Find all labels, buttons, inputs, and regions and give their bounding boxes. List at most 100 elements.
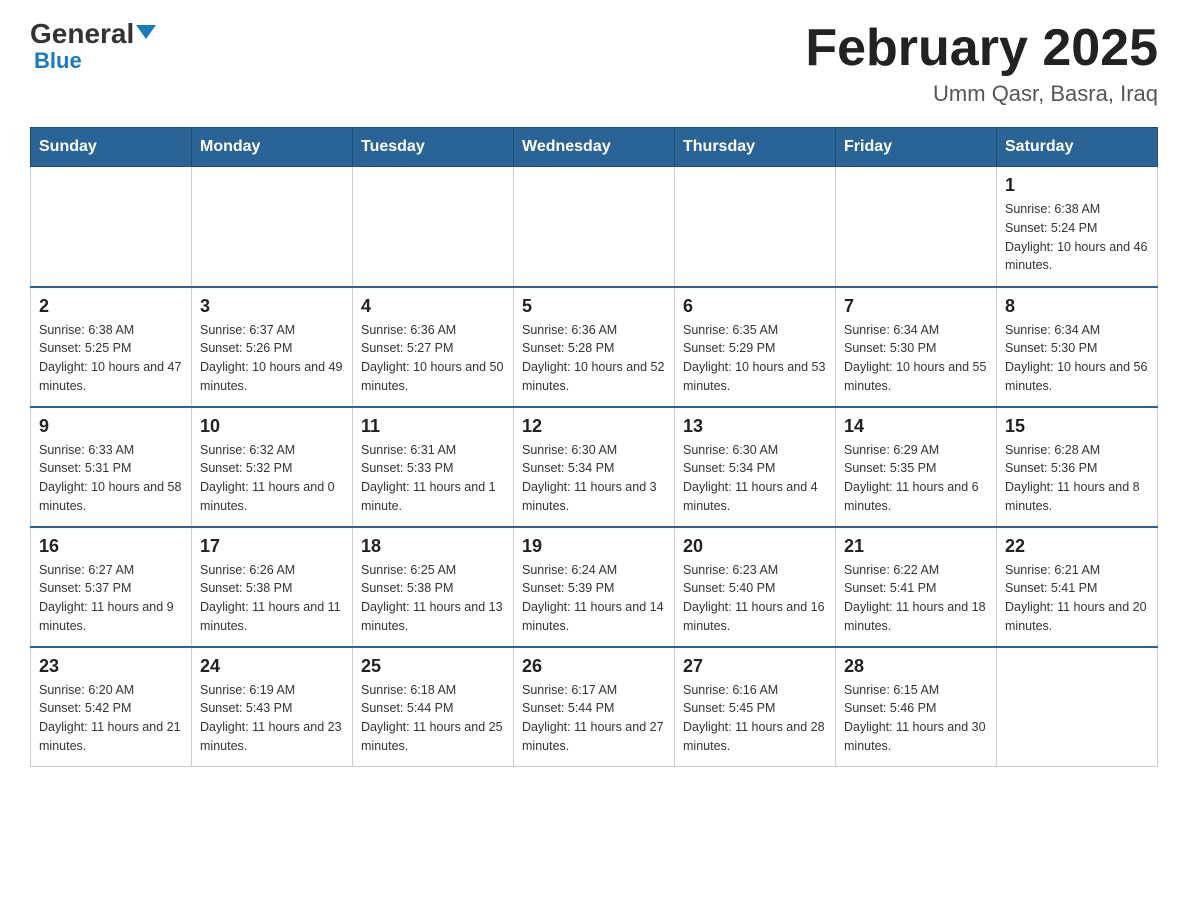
day-number: 11 [361,416,505,437]
col-sunday: Sunday [31,128,192,167]
table-row [836,167,997,287]
table-row: 2 Sunrise: 6:38 AMSunset: 5:25 PMDaylight… [31,287,192,407]
logo-blue-text: Blue [34,48,82,74]
table-row: 16 Sunrise: 6:27 AMSunset: 5:37 PMDayligh… [31,527,192,647]
day-info: Sunrise: 6:35 AMSunset: 5:29 PMDaylight:… [683,321,827,396]
day-info: Sunrise: 6:36 AMSunset: 5:27 PMDaylight:… [361,321,505,396]
day-number: 23 [39,656,183,677]
calendar-week-row: 23 Sunrise: 6:20 AMSunset: 5:42 PMDayligh… [31,647,1158,767]
day-number: 8 [1005,296,1149,317]
day-number: 2 [39,296,183,317]
calendar-table: Sunday Monday Tuesday Wednesday Thursday… [30,127,1158,767]
table-row [675,167,836,287]
day-info: Sunrise: 6:27 AMSunset: 5:37 PMDaylight:… [39,561,183,636]
day-info: Sunrise: 6:38 AMSunset: 5:25 PMDaylight:… [39,321,183,396]
col-friday: Friday [836,128,997,167]
table-row: 3 Sunrise: 6:37 AMSunset: 5:26 PMDaylight… [192,287,353,407]
table-row: 18 Sunrise: 6:25 AMSunset: 5:38 PMDayligh… [353,527,514,647]
location-subtitle: Umm Qasr, Basra, Iraq [805,81,1158,107]
day-info: Sunrise: 6:23 AMSunset: 5:40 PMDaylight:… [683,561,827,636]
day-info: Sunrise: 6:28 AMSunset: 5:36 PMDaylight:… [1005,441,1149,516]
table-row: 8 Sunrise: 6:34 AMSunset: 5:30 PMDaylight… [997,287,1158,407]
calendar-header-row: Sunday Monday Tuesday Wednesday Thursday… [31,128,1158,167]
calendar-week-row: 1 Sunrise: 6:38 AMSunset: 5:24 PMDaylight… [31,167,1158,287]
table-row: 12 Sunrise: 6:30 AMSunset: 5:34 PMDayligh… [514,407,675,527]
day-info: Sunrise: 6:26 AMSunset: 5:38 PMDaylight:… [200,561,344,636]
table-row: 26 Sunrise: 6:17 AMSunset: 5:44 PMDayligh… [514,647,675,767]
calendar-week-row: 16 Sunrise: 6:27 AMSunset: 5:37 PMDayligh… [31,527,1158,647]
table-row: 10 Sunrise: 6:32 AMSunset: 5:32 PMDayligh… [192,407,353,527]
table-row: 22 Sunrise: 6:21 AMSunset: 5:41 PMDayligh… [997,527,1158,647]
day-number: 27 [683,656,827,677]
table-row [353,167,514,287]
day-number: 21 [844,536,988,557]
table-row: 19Sunrise: 6:24 AMSunset: 5:39 PMDayligh… [514,527,675,647]
day-info: Sunrise: 6:31 AMSunset: 5:33 PMDaylight:… [361,441,505,516]
day-info: Sunrise: 6:30 AMSunset: 5:34 PMDaylight:… [522,441,666,516]
table-row: 15Sunrise: 6:28 AMSunset: 5:36 PMDayligh… [997,407,1158,527]
day-number: 9 [39,416,183,437]
day-info: Sunrise: 6:15 AMSunset: 5:46 PMDaylight:… [844,681,988,756]
day-info: Sunrise: 6:22 AMSunset: 5:41 PMDaylight:… [844,561,988,636]
logo-triangle-icon [136,25,156,39]
day-number: 7 [844,296,988,317]
col-thursday: Thursday [675,128,836,167]
table-row: 11 Sunrise: 6:31 AMSunset: 5:33 PMDayligh… [353,407,514,527]
day-number: 3 [200,296,344,317]
table-row [192,167,353,287]
table-row: 4 Sunrise: 6:36 AMSunset: 5:27 PMDaylight… [353,287,514,407]
day-number: 12 [522,416,666,437]
day-info: Sunrise: 6:17 AMSunset: 5:44 PMDaylight:… [522,681,666,756]
table-row: 9 Sunrise: 6:33 AMSunset: 5:31 PMDaylight… [31,407,192,527]
day-info: Sunrise: 6:21 AMSunset: 5:41 PMDaylight:… [1005,561,1149,636]
table-row: 25 Sunrise: 6:18 AMSunset: 5:44 PMDayligh… [353,647,514,767]
col-monday: Monday [192,128,353,167]
day-number: 22 [1005,536,1149,557]
table-row [997,647,1158,767]
day-info: Sunrise: 6:32 AMSunset: 5:32 PMDaylight:… [200,441,344,516]
day-info: Sunrise: 6:38 AMSunset: 5:24 PMDaylight:… [1005,200,1149,275]
day-number: 1 [1005,175,1149,196]
day-number: 26 [522,656,666,677]
table-row: 17 Sunrise: 6:26 AMSunset: 5:38 PMDayligh… [192,527,353,647]
table-row: 24 Sunrise: 6:19 AMSunset: 5:43 PMDayligh… [192,647,353,767]
day-number: 4 [361,296,505,317]
day-info: Sunrise: 6:34 AMSunset: 5:30 PMDaylight:… [844,321,988,396]
day-number: 14 [844,416,988,437]
table-row: 20Sunrise: 6:23 AMSunset: 5:40 PMDayligh… [675,527,836,647]
table-row: 1 Sunrise: 6:38 AMSunset: 5:24 PMDaylight… [997,167,1158,287]
day-info: Sunrise: 6:34 AMSunset: 5:30 PMDaylight:… [1005,321,1149,396]
col-saturday: Saturday [997,128,1158,167]
table-row: 5 Sunrise: 6:36 AMSunset: 5:28 PMDaylight… [514,287,675,407]
day-number: 28 [844,656,988,677]
title-block: February 2025 Umm Qasr, Basra, Iraq [805,20,1158,107]
day-number: 13 [683,416,827,437]
day-number: 24 [200,656,344,677]
day-number: 19 [522,536,666,557]
day-info: Sunrise: 6:16 AMSunset: 5:45 PMDaylight:… [683,681,827,756]
day-info: Sunrise: 6:25 AMSunset: 5:38 PMDaylight:… [361,561,505,636]
table-row: 21 Sunrise: 6:22 AMSunset: 5:41 PMDayligh… [836,527,997,647]
day-info: Sunrise: 6:20 AMSunset: 5:42 PMDaylight:… [39,681,183,756]
day-number: 16 [39,536,183,557]
table-row: 28 Sunrise: 6:15 AMSunset: 5:46 PMDayligh… [836,647,997,767]
main-title: February 2025 [805,20,1158,77]
day-info: Sunrise: 6:18 AMSunset: 5:44 PMDaylight:… [361,681,505,756]
page-header: General Blue February 2025 Umm Qasr, Bas… [30,20,1158,107]
table-row: 6 Sunrise: 6:35 AMSunset: 5:29 PMDaylight… [675,287,836,407]
day-info: Sunrise: 6:37 AMSunset: 5:26 PMDaylight:… [200,321,344,396]
day-number: 6 [683,296,827,317]
day-number: 10 [200,416,344,437]
day-number: 25 [361,656,505,677]
col-tuesday: Tuesday [353,128,514,167]
table-row [514,167,675,287]
day-number: 18 [361,536,505,557]
logo-general-text: General [30,20,156,48]
table-row [31,167,192,287]
day-number: 17 [200,536,344,557]
table-row: 23 Sunrise: 6:20 AMSunset: 5:42 PMDayligh… [31,647,192,767]
day-info: Sunrise: 6:19 AMSunset: 5:43 PMDaylight:… [200,681,344,756]
day-info: Sunrise: 6:33 AMSunset: 5:31 PMDaylight:… [39,441,183,516]
day-info: Sunrise: 6:36 AMSunset: 5:28 PMDaylight:… [522,321,666,396]
day-number: 5 [522,296,666,317]
